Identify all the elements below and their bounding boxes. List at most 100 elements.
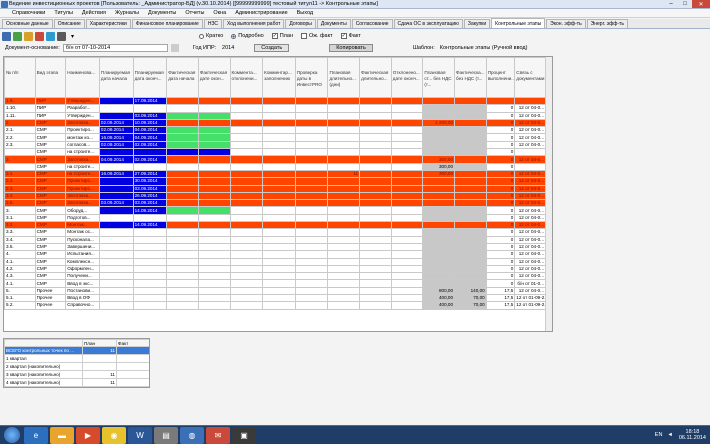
table-cell[interactable] xyxy=(262,228,296,237)
tab-item[interactable]: Договоры xyxy=(285,19,316,28)
table-cell[interactable]: Заготовка... xyxy=(65,118,100,128)
table-cell[interactable] xyxy=(422,250,456,259)
dropdown-icon[interactable]: ▾ xyxy=(68,32,77,41)
table-cell[interactable] xyxy=(294,228,329,237)
table-cell[interactable] xyxy=(132,104,168,113)
table-cell[interactable] xyxy=(454,221,487,230)
table-cell[interactable]: 14.09.2014 xyxy=(132,221,168,230)
table-cell[interactable] xyxy=(229,301,264,310)
table-row[interactable]: 3. СМР Заготовка... 04.09.2014 02.09.2014 300… xyxy=(4,155,546,164)
table-cell[interactable] xyxy=(229,228,264,237)
table-cell[interactable]: 1 200,00 xyxy=(422,118,456,128)
table-cell[interactable] xyxy=(166,184,199,193)
create-button[interactable]: Создать xyxy=(254,44,290,52)
table-cell[interactable] xyxy=(422,177,456,186)
table-cell[interactable]: 2.2. xyxy=(4,133,36,142)
table-cell[interactable] xyxy=(229,199,264,208)
table-cell[interactable]: 04.09.2014 xyxy=(98,155,134,164)
table-cell[interactable]: 12 от 04-0... xyxy=(514,242,546,252)
table-cell[interactable]: 70,00 xyxy=(454,293,487,303)
table-cell[interactable] xyxy=(166,221,199,230)
table-cell[interactable]: 0 xyxy=(485,250,516,259)
menu-item[interactable]: Титулы xyxy=(54,10,73,16)
table-cell[interactable] xyxy=(327,279,361,288)
table-cell[interactable]: СМР xyxy=(34,279,67,288)
table-cell[interactable] xyxy=(166,148,199,157)
table-cell[interactable] xyxy=(454,177,487,186)
table-row[interactable]: 4.3. СМР Получени... 0 12 от 04-0... xyxy=(4,272,546,281)
table-cell[interactable] xyxy=(262,293,296,303)
table-cell[interactable] xyxy=(98,221,134,230)
table-cell[interactable]: 0 xyxy=(485,191,516,201)
table-cell[interactable] xyxy=(359,104,392,113)
table-cell[interactable] xyxy=(197,264,231,274)
print-icon[interactable] xyxy=(57,31,66,41)
table-cell[interactable]: 3.5. xyxy=(4,199,36,208)
table-cell[interactable]: 17.09.2014 xyxy=(132,96,168,106)
doc-field[interactable]: б/н от 07-10-2014 xyxy=(62,44,168,52)
table-cell[interactable] xyxy=(327,104,361,113)
table-cell[interactable]: 300,00 xyxy=(422,162,456,171)
table-cell[interactable] xyxy=(132,279,168,288)
table-cell[interactable] xyxy=(98,293,134,303)
table-cell[interactable]: 03.09.2014 xyxy=(98,199,134,208)
table-cell[interactable]: 12 от 04-0... xyxy=(514,169,546,179)
table-cell[interactable]: 0 xyxy=(485,104,516,113)
table-cell[interactable]: Получени... xyxy=(65,272,100,281)
summary-row[interactable]: ВСЕГО контрольных точек по ... 11 xyxy=(4,346,149,355)
table-cell[interactable] xyxy=(197,140,231,150)
table-cell[interactable]: 3.5. xyxy=(4,242,36,252)
table-cell[interactable]: 3.3. xyxy=(4,184,36,193)
table-cell[interactable] xyxy=(422,140,456,150)
table-cell[interactable] xyxy=(229,111,264,120)
table-cell[interactable] xyxy=(197,162,231,171)
table-row[interactable]: 4.2. СМР Оформлен... 0 12 от 04-0... xyxy=(4,264,546,274)
table-row[interactable]: 3.1. СМР на строите... 16.09.2014 27.09.2014… xyxy=(4,169,546,179)
table-cell[interactable] xyxy=(98,301,134,310)
table-cell[interactable] xyxy=(327,264,361,274)
table-cell[interactable] xyxy=(454,184,487,193)
summary-row[interactable]: 1 квартал xyxy=(4,354,149,363)
table-cell[interactable] xyxy=(454,228,487,237)
table-cell[interactable]: 12 от 04-0... xyxy=(514,184,546,193)
table-cell[interactable] xyxy=(262,272,296,281)
menu-item[interactable]: Окна xyxy=(213,10,226,16)
table-cell[interactable] xyxy=(390,250,424,259)
table-cell[interactable]: согласов... xyxy=(65,140,100,150)
table-cell[interactable]: СМР xyxy=(34,213,67,223)
table-cell[interactable] xyxy=(262,104,296,113)
table-cell[interactable]: Подготов... xyxy=(65,213,100,223)
table-cell[interactable] xyxy=(359,177,392,186)
table-cell[interactable]: СМР xyxy=(34,221,67,230)
table-cell[interactable] xyxy=(197,191,231,201)
table-cell[interactable]: 16.09.2014 xyxy=(98,169,134,179)
table-cell[interactable] xyxy=(197,96,231,106)
column-header[interactable]: Наименова... xyxy=(65,57,100,98)
table-cell[interactable] xyxy=(294,221,329,230)
table-cell[interactable] xyxy=(229,148,264,157)
table-cell[interactable]: СМР xyxy=(34,257,67,266)
table-cell[interactable] xyxy=(229,155,264,164)
table-cell[interactable] xyxy=(422,206,456,215)
table-cell[interactable] xyxy=(197,184,231,193)
copy-button[interactable]: Копировать xyxy=(329,44,373,52)
table-row[interactable]: 1.10. ПИР Разработ... 0 12 от 04-0... xyxy=(4,104,546,113)
table-cell[interactable] xyxy=(390,118,424,128)
refresh-icon[interactable] xyxy=(46,31,55,41)
table-cell[interactable] xyxy=(359,126,392,135)
table-cell[interactable] xyxy=(359,140,392,150)
table-cell[interactable] xyxy=(229,191,264,201)
table-cell[interactable] xyxy=(390,242,424,252)
table-cell[interactable]: СМР xyxy=(34,228,67,237)
ie-icon[interactable]: e xyxy=(24,426,48,444)
table-cell[interactable] xyxy=(166,191,199,201)
table-cell[interactable]: 17,5 xyxy=(485,286,516,296)
table-cell[interactable] xyxy=(229,169,264,179)
table-cell[interactable] xyxy=(327,242,361,252)
table-cell[interactable] xyxy=(327,148,361,157)
table-cell[interactable] xyxy=(132,293,168,303)
table-cell[interactable] xyxy=(166,177,199,186)
table-cell[interactable]: 0 xyxy=(485,213,516,223)
table-cell[interactable] xyxy=(454,133,487,142)
table-cell[interactable]: 3.1. xyxy=(4,169,36,179)
